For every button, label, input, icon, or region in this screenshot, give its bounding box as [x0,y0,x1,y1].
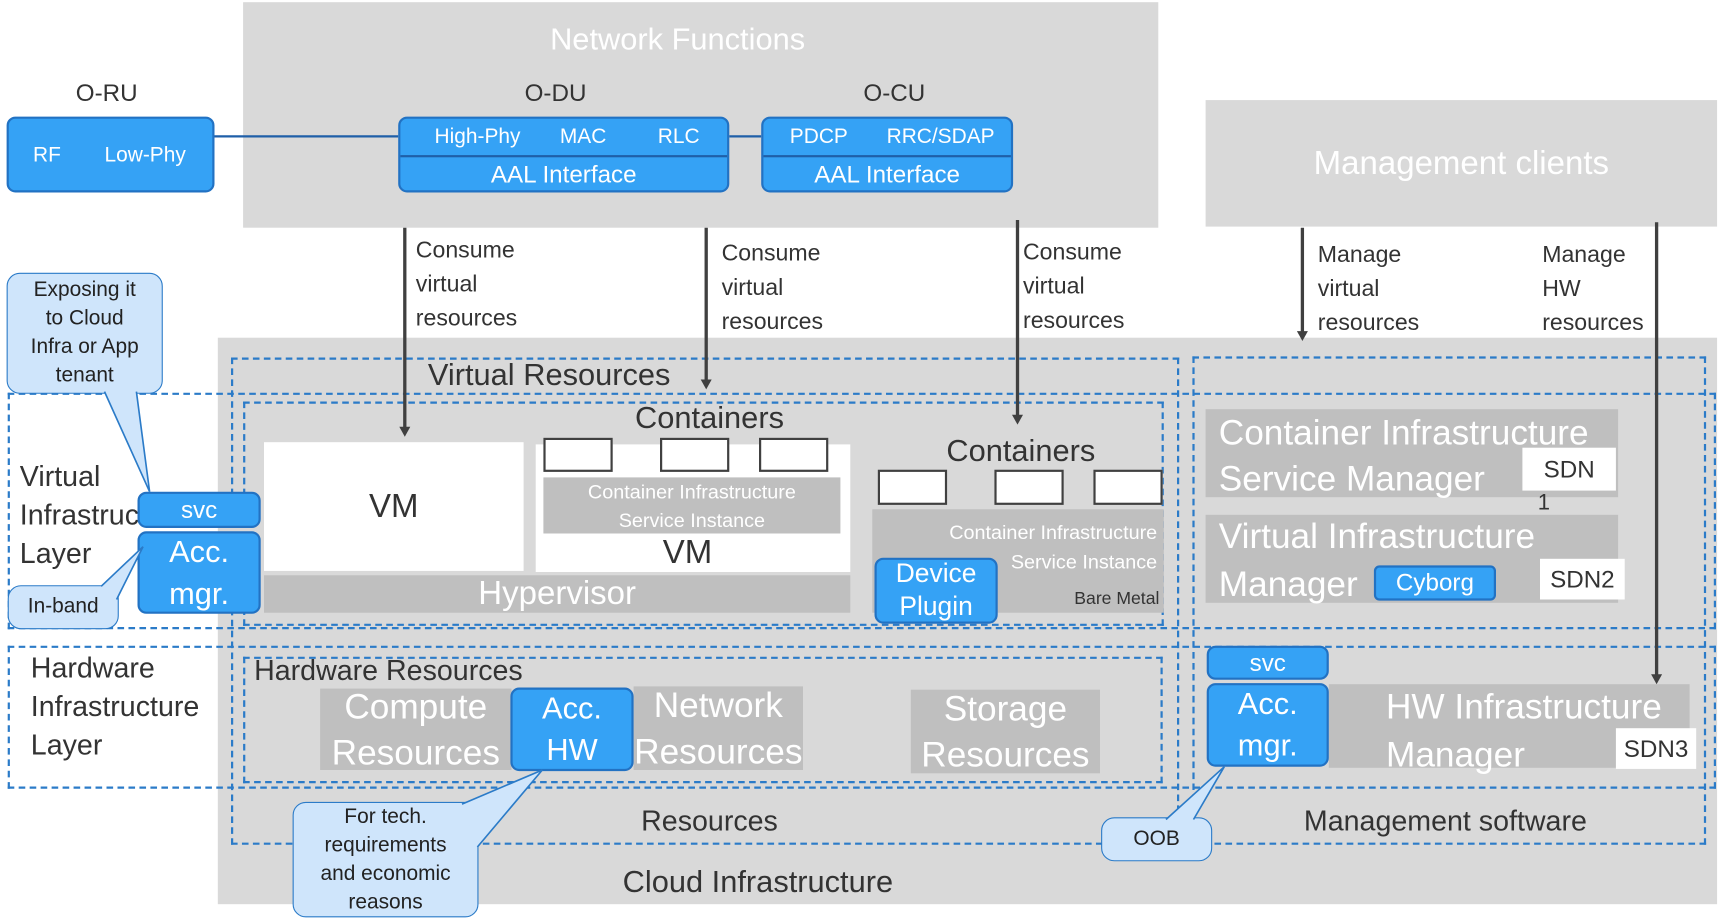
callout-tail [461,769,543,848]
diagram: Network Functions O-RU O-DU O-CU RF Low-… [0,0,1722,922]
callout-tail [103,391,151,493]
callout-tail [100,546,144,600]
callout-tail [1165,766,1226,821]
callout-tails [100,391,1226,848]
